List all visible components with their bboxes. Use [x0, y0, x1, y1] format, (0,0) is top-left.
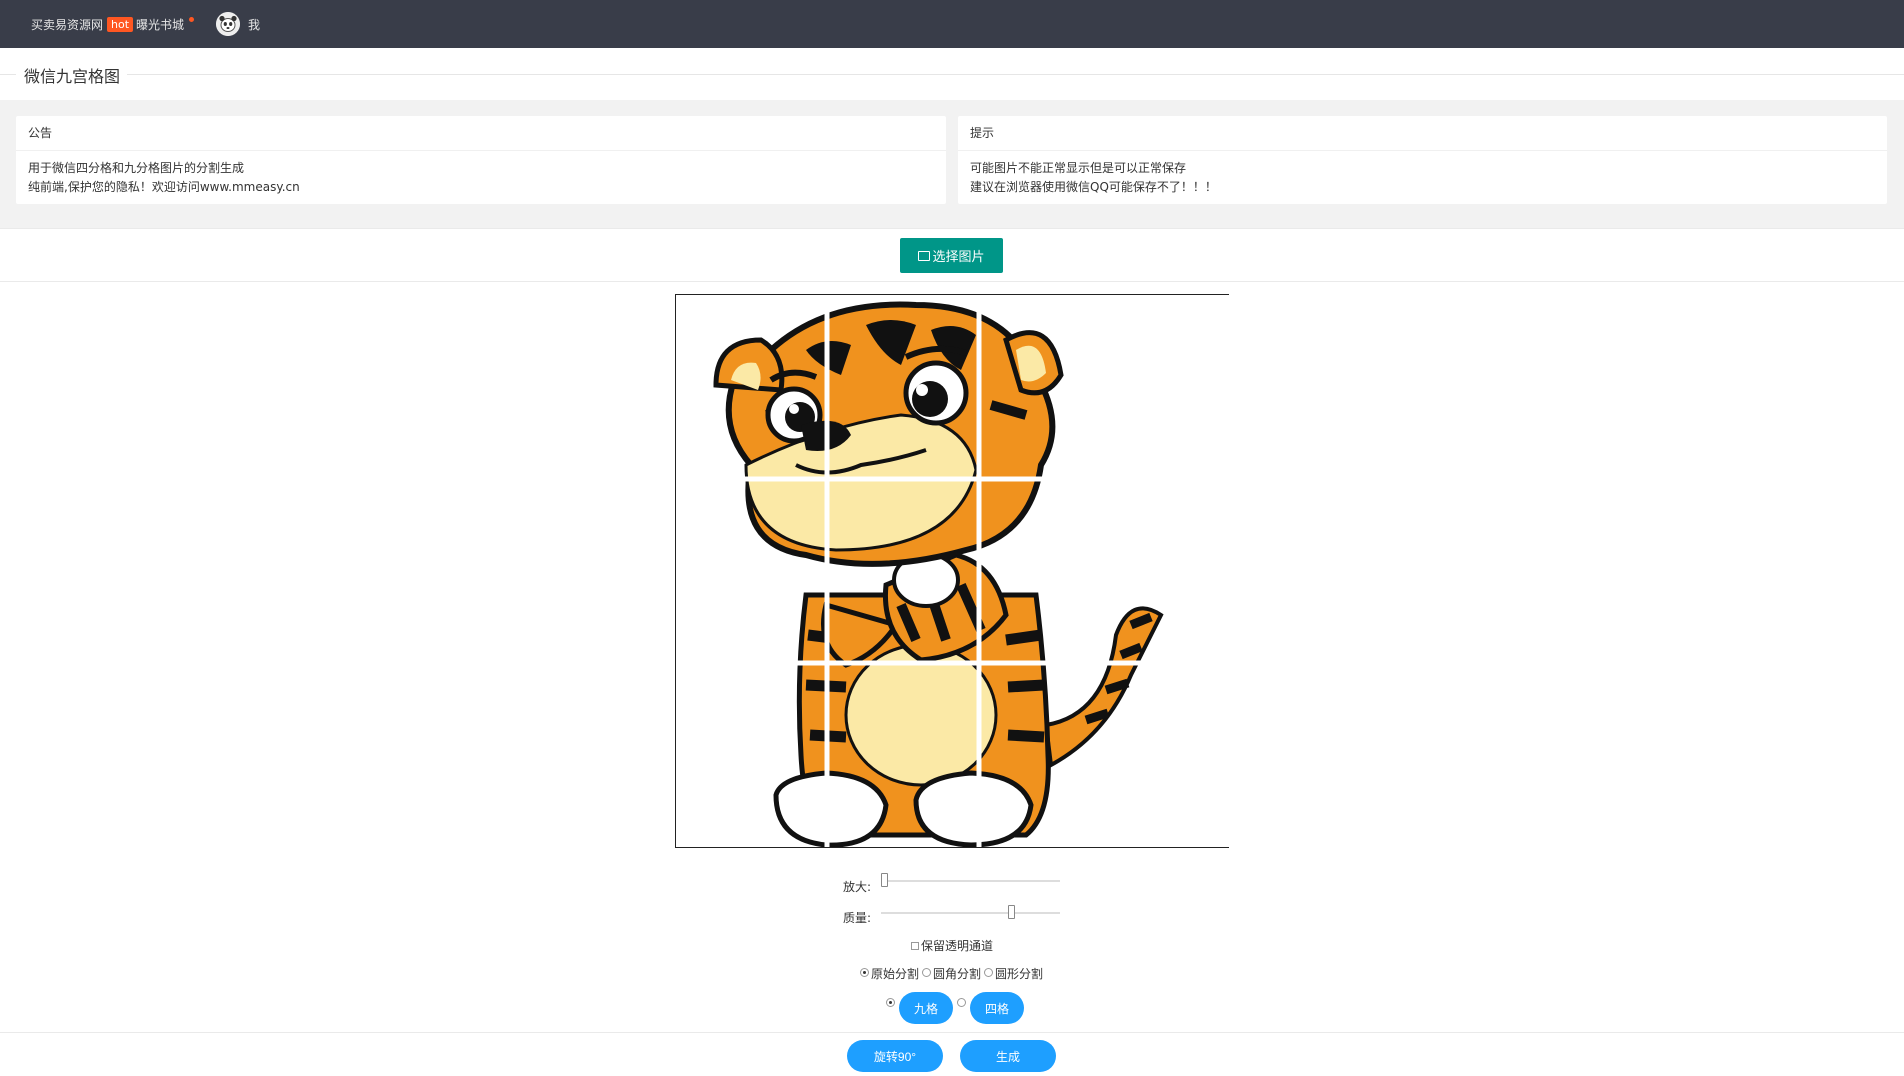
- split-original-radio[interactable]: [860, 968, 869, 977]
- tip-line-2: 建议在浏览器使用微信QQ可能保存不了！！！: [970, 180, 1217, 194]
- site-link[interactable]: 买卖易资源网: [31, 16, 103, 33]
- hot-badge: hot: [107, 16, 134, 32]
- split-rounded-label[interactable]: 圆角分割: [933, 965, 981, 982]
- page-title: 微信九宫格图: [24, 67, 121, 86]
- tip-card: 提示 可能图片不能正常显示但是可以正常保存 建议在浏览器使用微信QQ可能保存不了…: [958, 116, 1887, 204]
- legend-line-left: [0, 74, 16, 75]
- keep-alpha-option[interactable]: 保留透明通道: [911, 937, 993, 954]
- book-link[interactable]: 曝光书城: [136, 16, 184, 33]
- rotate-button[interactable]: 旋转90°: [847, 1040, 943, 1072]
- image-canvas[interactable]: [675, 294, 1229, 848]
- split-mode-group: 原始分割 圆角分割 圆形分割: [860, 965, 1043, 982]
- notice-card: 公告 用于微信四分格和九分格图片的分割生成 纯前端,保护您的隐私！欢迎访问www…: [16, 116, 946, 204]
- zoom-label: 放大:: [843, 880, 872, 894]
- tiger-image: [676, 295, 1229, 847]
- select-image-label: 选择图片: [932, 249, 985, 264]
- split-circle-label[interactable]: 圆形分割: [995, 965, 1043, 982]
- divider-bottom: [0, 1032, 1904, 1033]
- grid-four-radio[interactable]: [957, 997, 966, 1007]
- select-image-button[interactable]: 选择图片: [900, 238, 1003, 273]
- title-fieldset: 微信九宫格图: [0, 48, 1904, 100]
- legend-line-right: [127, 74, 1904, 75]
- tip-body: 可能图片不能正常显示但是可以正常保存 建议在浏览器使用微信QQ可能保存不了！！！: [958, 151, 1887, 205]
- nav-links: 买卖易资源网 hot 曝光书城: [31, 16, 195, 33]
- divider-toolbar: [0, 281, 1904, 282]
- tip-line-1: 可能图片不能正常显示但是可以正常保存: [970, 161, 1187, 175]
- notice-line-1: 用于微信四分格和九分格图片的分割生成: [28, 161, 245, 175]
- user-menu[interactable]: 我: [216, 12, 260, 36]
- keep-alpha-label: 保留透明通道: [921, 939, 994, 953]
- keep-alpha-checkbox[interactable]: [911, 941, 919, 950]
- generate-button[interactable]: 生成: [960, 1040, 1056, 1072]
- user-label[interactable]: 我: [248, 16, 260, 33]
- grid-nine-radio[interactable]: [886, 997, 895, 1007]
- notice-title: 公告: [16, 116, 946, 151]
- image-icon: [918, 250, 931, 261]
- avatar[interactable]: [216, 12, 241, 36]
- quality-label: 质量:: [843, 911, 872, 925]
- notice-body: 用于微信四分格和九分格图片的分割生成 纯前端,保护您的隐私！欢迎访问www.mm…: [16, 151, 946, 205]
- grid-nine-button[interactable]: 九格: [899, 992, 953, 1024]
- grid-type-group: 九格 四格: [886, 992, 1024, 1024]
- grid-four-button[interactable]: 四格: [970, 992, 1024, 1024]
- quality-slider-handle[interactable]: [1008, 905, 1015, 919]
- avatar-icon: [216, 12, 241, 36]
- split-rounded-radio[interactable]: [922, 968, 932, 977]
- zoom-slider-handle[interactable]: [881, 873, 888, 887]
- notification-dot: [189, 16, 195, 22]
- split-circle-radio[interactable]: [984, 968, 994, 977]
- top-nav-bar: 买卖易资源网 hot 曝光书城 我: [0, 0, 1904, 48]
- tip-title: 提示: [958, 116, 1887, 151]
- split-original-label[interactable]: 原始分割: [871, 965, 919, 982]
- divider-top: [0, 228, 1904, 229]
- quality-slider[interactable]: [881, 905, 1060, 919]
- zoom-slider[interactable]: [881, 873, 1060, 887]
- notice-line-2: 纯前端,保护您的隐私！欢迎访问www.mmeasy.cn: [28, 180, 300, 194]
